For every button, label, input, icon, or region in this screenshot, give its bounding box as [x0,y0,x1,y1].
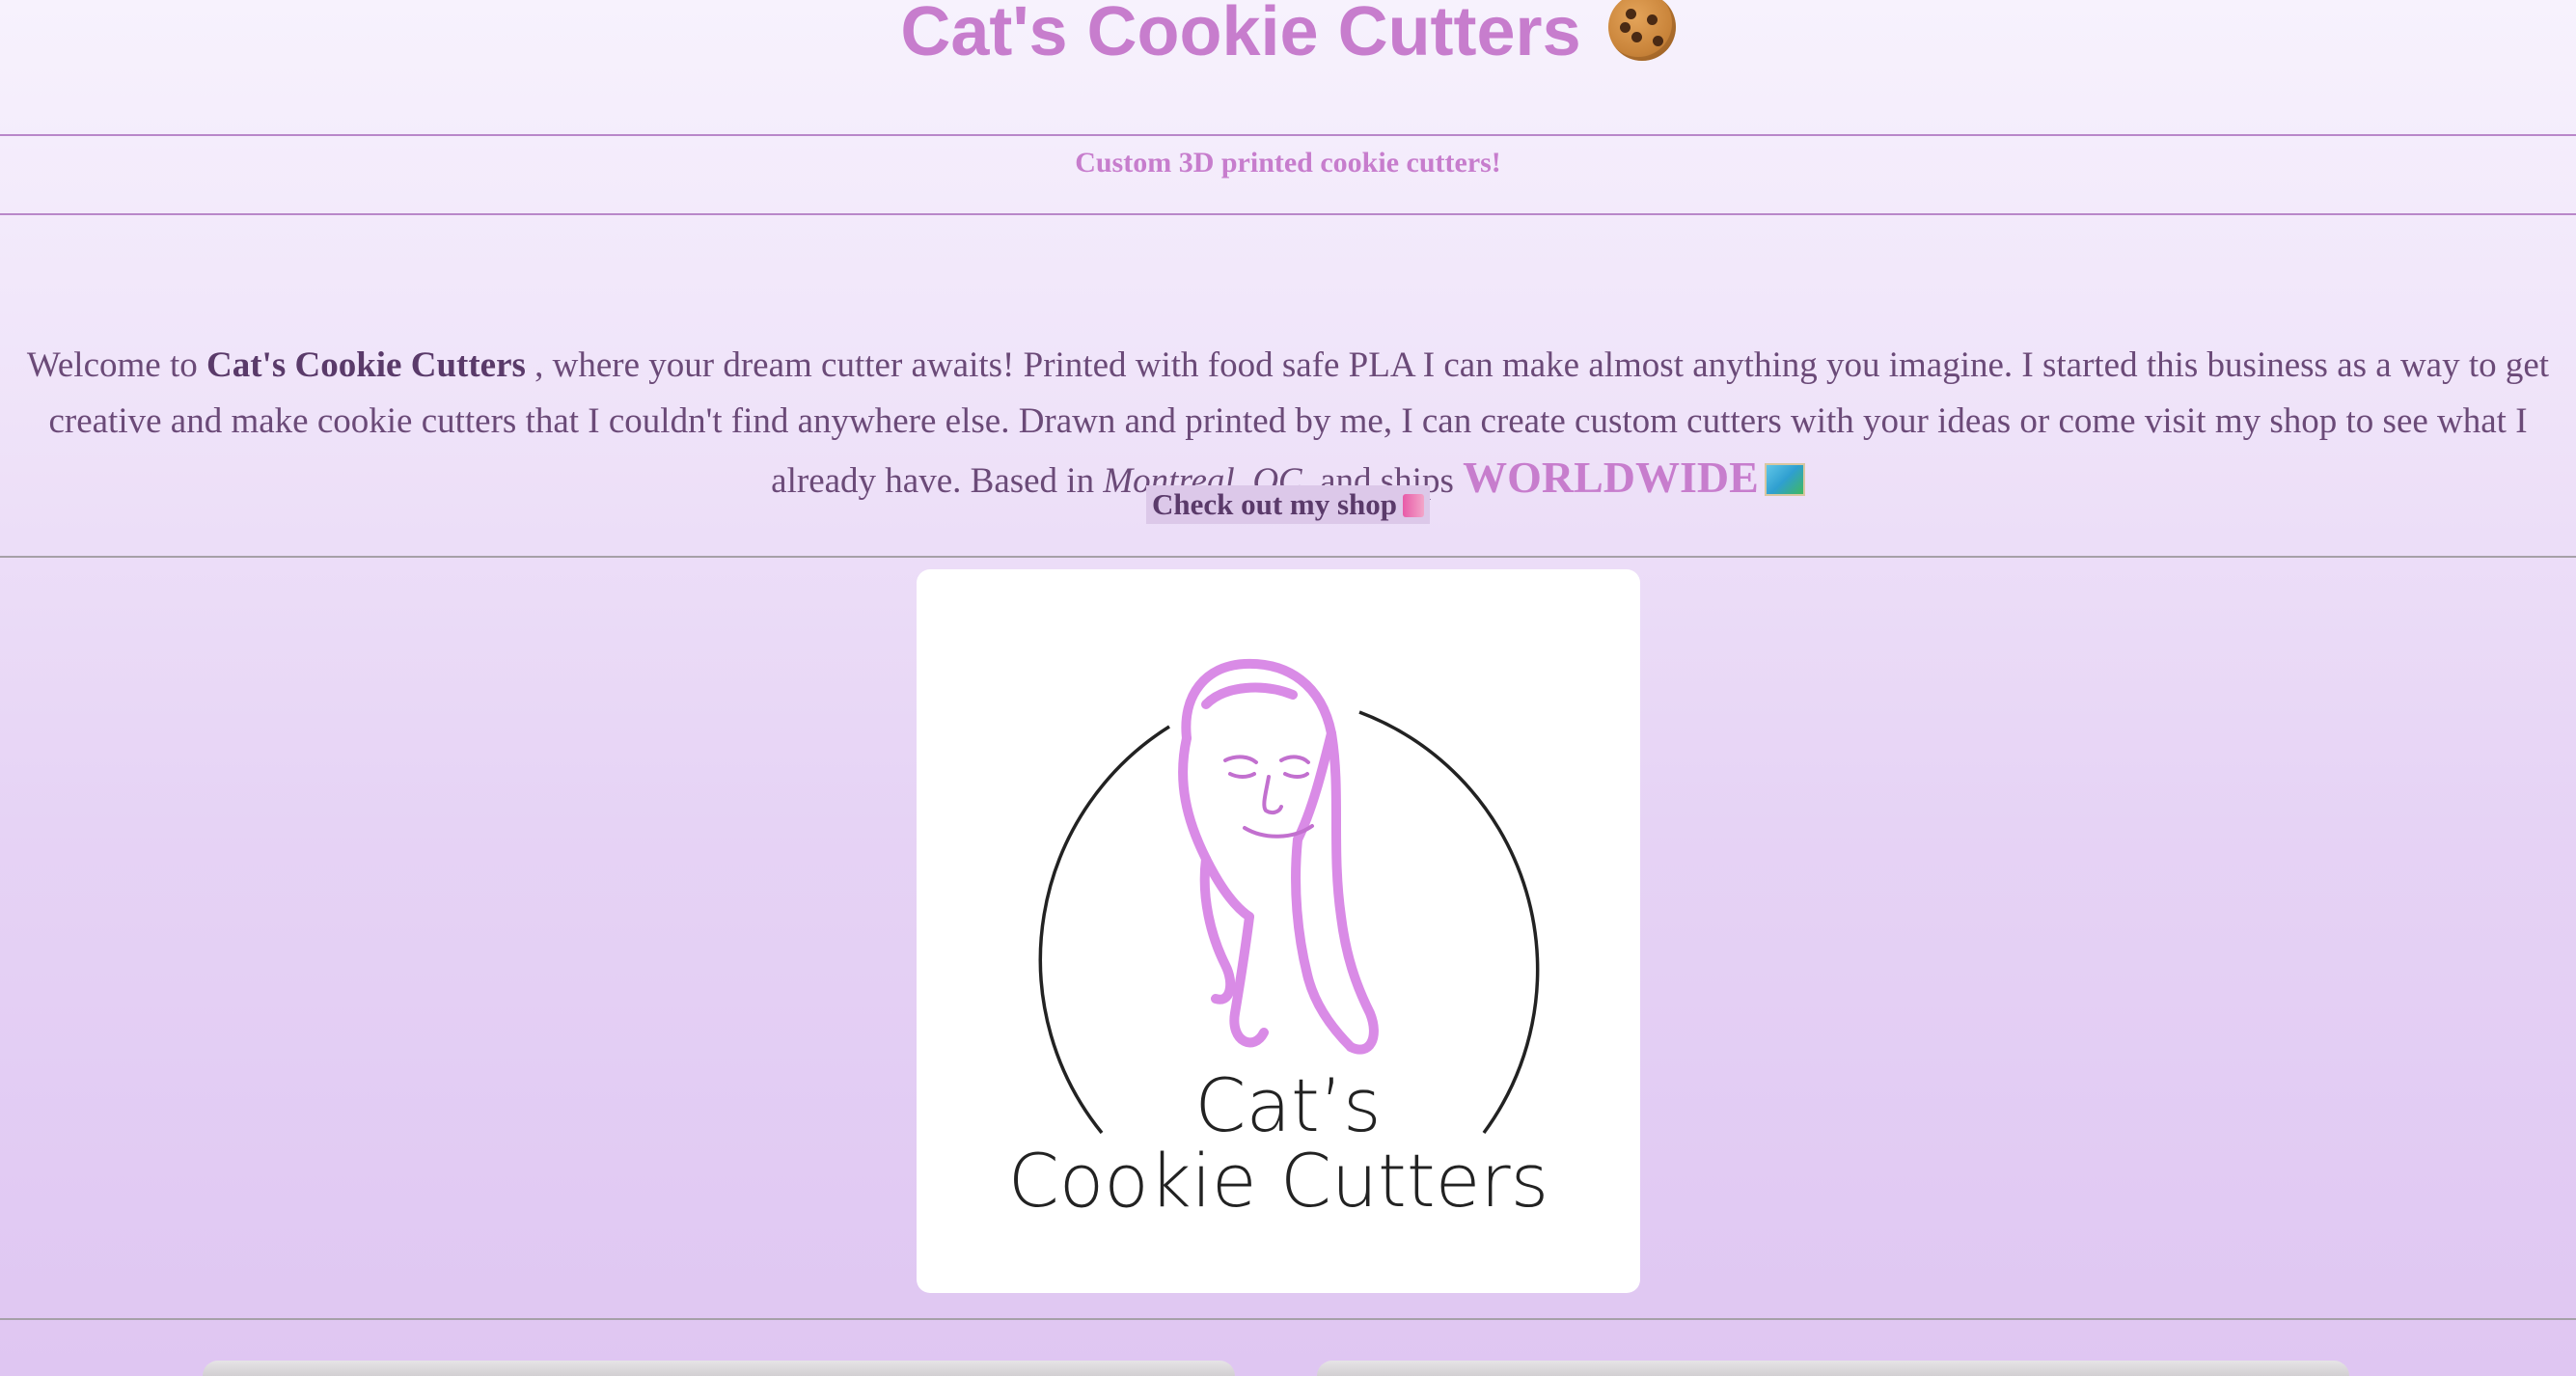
shop-link-label: Check out my shop [1151,487,1398,521]
shopping-bags-icon [1403,494,1425,517]
header-divider-top [0,134,2576,136]
logo-text-line2: Cookie Cutters [1008,1138,1549,1224]
shop-link-container: Check out my shop [0,485,2576,524]
intro-paragraph: Welcome to Cat's Cookie Cutters , where … [0,338,2576,509]
gallery-image-2 [1317,1361,2349,1376]
gallery-image-1 [203,1361,1235,1376]
tagline: Custom 3D printed cookie cutters! [1075,147,1501,179]
logo-circle-right-arc [1358,710,1540,1135]
section-divider-1 [0,556,2576,558]
shop-link-button[interactable]: Check out my shop [1145,485,1431,524]
site-title: Cat's Cookie Cutters [0,0,2576,75]
cookie-icon [1607,0,1676,61]
header-divider-bottom [0,213,2576,215]
intro-text-start: Welcome to [26,345,206,385]
section-divider-2 [0,1318,2576,1320]
logo-graphic: Cat’s Cookie Cutters [1008,658,1549,1224]
logo-image: Cat’s Cookie Cutters [917,569,1640,1293]
site-title-text: Cat's Cookie Cutters [900,0,1581,70]
logo-portrait [1178,658,1379,1055]
intro-brand-name: Cat's Cookie Cutters [206,345,526,385]
logo-circle-left-arc [1038,725,1170,1135]
logo-text-line1: Cat’s [1194,1062,1381,1148]
logo-face [1223,755,1314,839]
